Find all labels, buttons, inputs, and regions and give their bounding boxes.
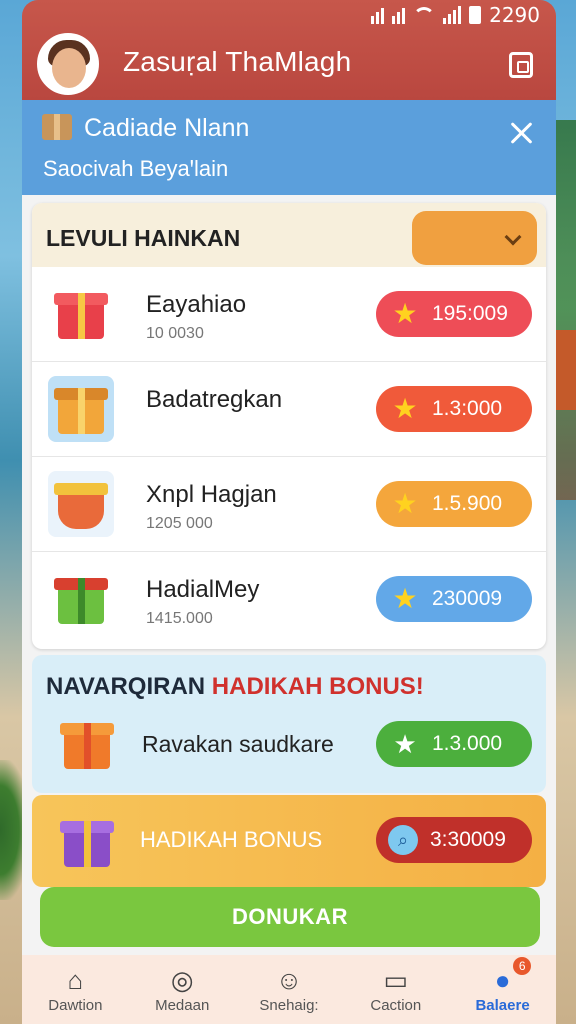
signal-icon xyxy=(371,6,385,24)
nav-item-dawtion[interactable]: ⌂ Dawtion xyxy=(22,955,129,1024)
pot-gift-icon xyxy=(48,471,114,537)
star-icon: ★ xyxy=(392,298,418,329)
level-rewards-card: LEVULI HAINKAN Eayahiao 10 0030 ★ 195:00… xyxy=(32,203,546,649)
nav-item-medaan[interactable]: ◎ Medaan xyxy=(129,955,236,1024)
level-card-title: LEVULI HAINKAN xyxy=(46,225,241,251)
chevron-down-icon xyxy=(504,228,522,246)
nav-label: Balaere xyxy=(475,997,530,1014)
points-pill[interactable]: ★ 1.3:000 xyxy=(376,386,532,432)
app-header: 2290 Zasuṛal ThaMlagh xyxy=(22,0,556,100)
avatar[interactable] xyxy=(37,33,99,95)
points-value: 195:009 xyxy=(432,302,508,325)
reward-sub: 10 0030 xyxy=(146,325,204,342)
bonus-title-highlight: HADIKAH BONUS! xyxy=(211,673,424,700)
wifi-icon xyxy=(413,7,436,23)
star-badge-icon: ★ xyxy=(393,729,417,759)
reward-name: HadialMey xyxy=(146,576,260,603)
smile-icon: ☺ xyxy=(275,965,303,995)
app-window: 2290 Zasuṛal ThaMlagh Cadiade Nlann Saoc… xyxy=(22,0,556,1024)
hadikah-points-value: 3:30009 xyxy=(430,828,506,851)
reward-name: Xnpl Hagjan xyxy=(146,481,277,508)
reward-row[interactable]: Eayahiao 10 0030 ★ 195:009 xyxy=(32,267,546,362)
cell-signal-icon xyxy=(443,6,462,24)
nav-label: Medaan xyxy=(155,997,210,1014)
orange-gift-icon xyxy=(54,711,116,773)
hadikah-label: HADIKAH BONUS xyxy=(140,827,323,852)
bottom-navigation: ⌂ Dawtion ◎ Medaan ☺ Snehaig: ▭ Caction … xyxy=(22,955,556,1024)
hadikah-points-pill[interactable]: ⌕ 3:30009 xyxy=(376,817,532,863)
reward-sub: 1415.000 xyxy=(146,610,213,627)
points-pill[interactable]: ★ 230009 xyxy=(376,576,532,622)
primary-action-button[interactable]: DONUKAR xyxy=(40,887,540,947)
points-value: 1.3:000 xyxy=(432,397,503,420)
points-pill[interactable]: ★ 1.5.900 xyxy=(376,481,532,527)
purple-gift-icon xyxy=(54,809,114,871)
nav-item-caction[interactable]: ▭ Caction xyxy=(342,955,449,1024)
notice-title: Cadiade Nlann xyxy=(84,114,250,142)
expand-toggle-button[interactable] xyxy=(412,211,537,265)
star-icon: ★ xyxy=(392,488,418,519)
hadikah-bonus-card[interactable]: HADIKAH BONUS ⌕ 3:30009 xyxy=(32,795,546,887)
home-icon: ⌂ xyxy=(67,965,84,995)
reward-row[interactable]: Xnpl Hagjan 1205 000 ★ 1.5.900 xyxy=(32,457,546,552)
reward-sub: 1205 000 xyxy=(146,515,213,532)
signal-icon-2 xyxy=(392,6,406,24)
bonus-points-pill[interactable]: ★ 1.3.000 xyxy=(376,721,532,767)
page-title: Zasuṛal ThaMlagh xyxy=(123,46,352,77)
red-gift-icon xyxy=(48,281,114,347)
reward-name: Badatregkan xyxy=(146,386,283,413)
battery-icon xyxy=(469,6,482,24)
package-icon xyxy=(42,114,72,140)
star-icon: ★ xyxy=(392,583,418,614)
points-value: 1.5.900 xyxy=(432,492,503,515)
reward-row[interactable]: HadialMey 1415.000 ★ 230009 xyxy=(32,552,546,647)
reward-row[interactable]: Badatregkan ★ 1.3:000 xyxy=(32,362,546,457)
bonus-card-title: NAVARQIRAN HADIKAH BONUS! xyxy=(46,673,424,701)
reward-name: Eayahiao xyxy=(146,291,247,318)
nav-label: Dawtion xyxy=(48,997,103,1014)
points-pill[interactable]: ★ 195:009 xyxy=(376,291,532,337)
status-bar: 2290 xyxy=(371,3,540,27)
search-badge-icon: ⌕ xyxy=(388,825,418,855)
bonus-points-value: 1.3.000 xyxy=(432,732,503,755)
bonus-item-name: Ravakan saudkare xyxy=(142,731,334,757)
bonus-card: NAVARQIRAN HADIKAH BONUS! Ravakan saudka… xyxy=(32,655,546,793)
notification-banner: Cadiade Nlann Saocivah Beyaꞌlain xyxy=(22,100,556,195)
star-icon: ★ xyxy=(392,393,418,424)
chat-icon: ▭ xyxy=(383,965,409,995)
nav-item-balaere[interactable]: ● 6 Balaere xyxy=(449,955,556,1024)
avatar-face xyxy=(52,48,86,88)
basket-gift-icon xyxy=(48,376,114,442)
green-gift-icon xyxy=(48,566,114,632)
notification-badge: 6 xyxy=(513,957,532,975)
points-value: 230009 xyxy=(432,587,503,610)
level-card-header: LEVULI HAINKAN xyxy=(32,203,546,267)
header-action-icon[interactable] xyxy=(509,52,533,78)
status-time: 2290 xyxy=(489,3,540,27)
globe-icon: ◎ xyxy=(170,965,194,995)
nav-label: Caction xyxy=(370,997,422,1014)
bonus-title-prefix: NAVARQIRAN xyxy=(46,673,206,700)
main-content: LEVULI HAINKAN Eayahiao 10 0030 ★ 195:00… xyxy=(22,195,556,955)
nav-label: Snehaig: xyxy=(259,997,319,1014)
notice-subtitle: Saocivah Beyaꞌlain xyxy=(43,156,229,181)
close-icon[interactable] xyxy=(509,120,535,146)
nav-item-snehaig[interactable]: ☺ Snehaig: xyxy=(236,955,343,1024)
